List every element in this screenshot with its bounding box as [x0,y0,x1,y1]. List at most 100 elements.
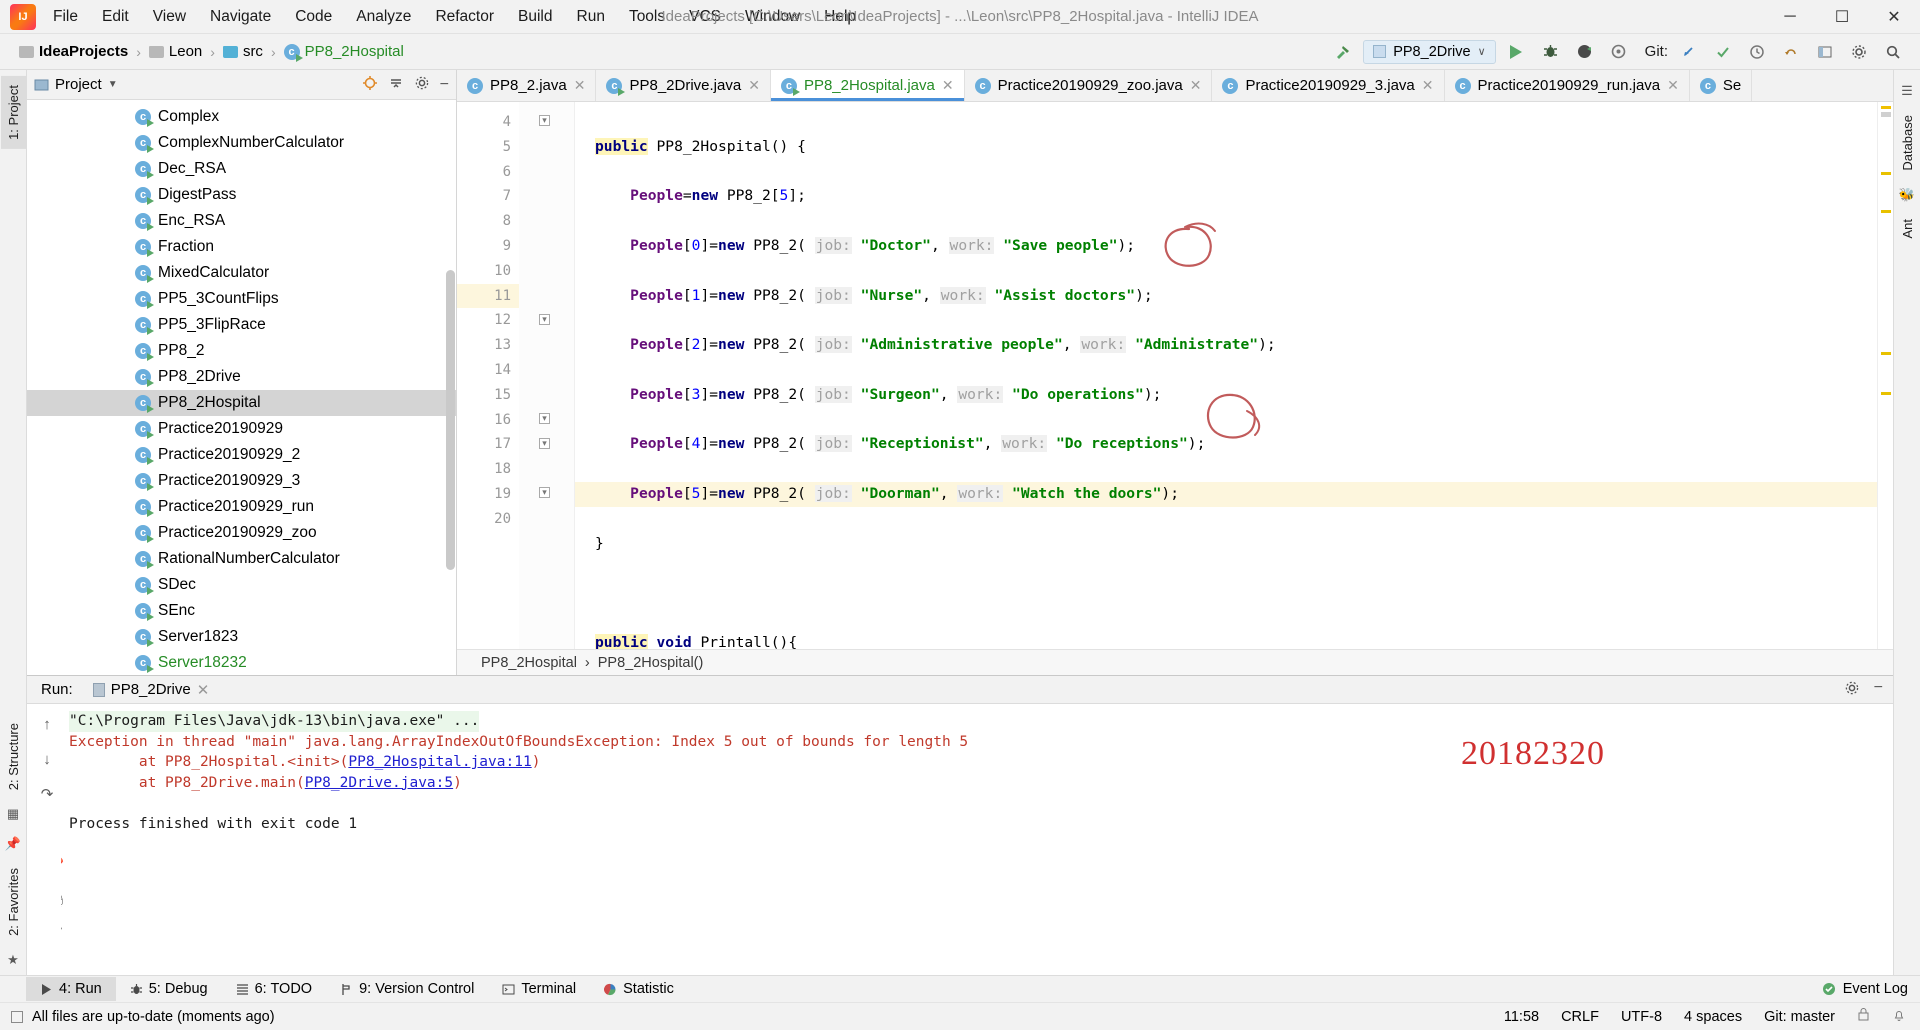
breadcrumb-leon[interactable]: Leon [146,41,205,62]
tool-window-version-control[interactable]: 9: Version Control [326,977,488,1001]
star-icon[interactable]: ★ [7,952,19,968]
menu-build[interactable]: Build [507,4,563,30]
list-item[interactable]: c Enc_RSA [27,208,456,234]
pin-icon[interactable]: 📌 [5,836,21,852]
wrap-icon[interactable]: ↷ [36,783,58,805]
revert-icon[interactable] [1777,38,1804,65]
list-item[interactable]: c MixedCalculator [27,260,456,286]
gear-icon[interactable] [1845,38,1872,65]
search-icon[interactable] [1879,38,1906,65]
menu-navigate[interactable]: Navigate [199,4,282,30]
sidebar-item-project[interactable]: 1: Project [0,76,26,149]
list-item[interactable]: c Dec_RSA [27,156,456,182]
menu-file[interactable]: File [42,4,89,30]
trace-link[interactable]: PP8_2Hospital.java:11 [348,754,531,770]
chevron-down-icon[interactable]: ▼ [108,79,118,90]
trace-link[interactable]: PP8_2Drive.java:5 [305,775,453,791]
list-item[interactable]: c PP8_2 [27,338,456,364]
fold-marker[interactable]: ▾ [539,438,550,449]
menu-analyze[interactable]: Analyze [345,4,422,30]
menu-run[interactable]: Run [566,4,616,30]
run-tab-pp8-2drive[interactable]: PP8_2Drive ✕ [87,679,216,701]
menu-window[interactable]: Window [734,4,811,30]
list-item[interactable]: c Practice20190929_run [27,494,456,520]
stripe-warning[interactable] [1881,352,1891,355]
minimize-button[interactable]: ─ [1764,0,1816,33]
list-item[interactable]: c Practice20190929 [27,416,456,442]
list-item[interactable]: c PP5_3CountFlips [27,286,456,312]
menu-tools[interactable]: Tools [618,4,676,30]
menu-refactor[interactable]: Refactor [424,4,505,30]
close-icon[interactable]: ✕ [748,77,760,94]
close-button[interactable]: ✕ [1868,0,1920,33]
project-scrollbar[interactable] [446,270,455,570]
tab-se[interactable]: c Se [1690,70,1753,101]
tab-pp8_2hospital-java[interactable]: c PP8_2Hospital.java ✕ [770,70,965,101]
maximize-button[interactable]: ☐ [1816,0,1868,33]
list-item[interactable]: c Server18232 [27,650,456,675]
sidebar-item-structure[interactable]: 2: Structure [1,714,26,799]
breadcrumb-method[interactable]: PP8_2Hospital() [598,655,704,671]
list-item[interactable]: c PP8_2Hospital [27,390,456,416]
update-icon[interactable] [1675,38,1702,65]
profile-button[interactable] [1605,38,1632,65]
list-item[interactable]: c PP8_2Drive [27,364,456,390]
tool-window-statistic[interactable]: Statistic [590,977,688,1001]
file-encoding[interactable]: UTF-8 [1621,1009,1662,1025]
close-icon[interactable]: ✕ [1422,77,1434,94]
list-item[interactable]: c Practice20190929_zoo [27,520,456,546]
line-separator[interactable]: CRLF [1561,1009,1599,1025]
tab-practice20190929_3-java[interactable]: c Practice20190929_3.java ✕ [1212,70,1445,101]
hide-icon[interactable]: − [440,76,449,93]
run-configuration-selector[interactable]: PP8_2Drive ∨ [1363,39,1496,64]
list-item[interactable]: c SEnc [27,598,456,624]
breadcrumb-pp8-2hospital[interactable]: c PP8_2Hospital [281,41,407,62]
error-stripe-markers[interactable] [1877,102,1893,649]
fold-marker[interactable]: ▾ [539,413,550,424]
sidebar-item-database[interactable]: Database [1895,106,1920,180]
grid-icon[interactable]: ▦ [7,806,19,822]
down-icon[interactable]: ↓ [36,748,58,770]
stripe-warning[interactable] [1881,106,1891,109]
stripe-warning[interactable] [1881,210,1891,213]
list-item[interactable]: c Practice20190929_2 [27,442,456,468]
sidebar-item-favorites[interactable]: 2: Favorites [1,859,26,945]
tool-window-debug[interactable]: 5: Debug [116,977,222,1001]
menu-vcs[interactable]: VCS [678,4,732,30]
breadcrumb-ideaprojects[interactable]: IdeaProjects [16,41,131,62]
fold-marker[interactable]: ▾ [539,314,550,325]
menu-code[interactable]: Code [284,4,343,30]
ant-icon[interactable]: 🐝 [1899,187,1915,203]
sidebar-item-ant[interactable]: Ant [1895,210,1920,248]
tool-window-run[interactable]: 4: Run [26,977,116,1001]
hammer-icon[interactable] [1329,38,1356,65]
tab-pp8_2drive-java[interactable]: c PP8_2Drive.java ✕ [596,70,771,101]
list-item[interactable]: c Practice20190929_3 [27,468,456,494]
close-icon[interactable]: ✕ [1667,77,1679,94]
stripe-marker[interactable] [1881,112,1891,117]
event-log-area[interactable]: Event Log [1822,981,1920,997]
menu-edit[interactable]: Edit [91,4,140,30]
close-icon[interactable]: ✕ [1190,77,1202,94]
stripe-warning[interactable] [1881,392,1891,395]
tool-window-terminal[interactable]: Terminal [488,977,590,1001]
tab-practice20190929_run-java[interactable]: c Practice20190929_run.java ✕ [1445,70,1690,101]
up-icon[interactable]: ↑ [36,713,58,735]
commit-icon[interactable] [1709,38,1736,65]
console-output[interactable]: "C:\Program Files\Java\jdk-13\bin\java.e… [61,704,1893,975]
fold-marker[interactable]: ▾ [539,115,550,126]
close-icon[interactable]: ✕ [574,77,586,94]
list-item[interactable]: c Fraction [27,234,456,260]
project-tree[interactable]: c Complex c ComplexNumberCalculator c Dec_RSA… [27,100,456,675]
run-button[interactable] [1503,38,1530,65]
tab-pp8_2-java[interactable]: c PP8_2.java ✕ [457,70,597,101]
tool-window-todo[interactable]: 6: TODO [222,977,326,1001]
list-item[interactable]: c ComplexNumberCalculator [27,130,456,156]
database-icon[interactable]: ☰ [1901,83,1913,99]
gear-icon[interactable] [1844,680,1860,700]
close-icon[interactable]: ✕ [942,77,954,94]
close-icon[interactable]: ✕ [197,681,210,699]
breadcrumb-class[interactable]: PP8_2Hospital [481,655,577,671]
code-text[interactable]: public PP8_2Hospital() { People=new PP8_… [575,102,1877,649]
locate-icon[interactable] [362,75,378,95]
